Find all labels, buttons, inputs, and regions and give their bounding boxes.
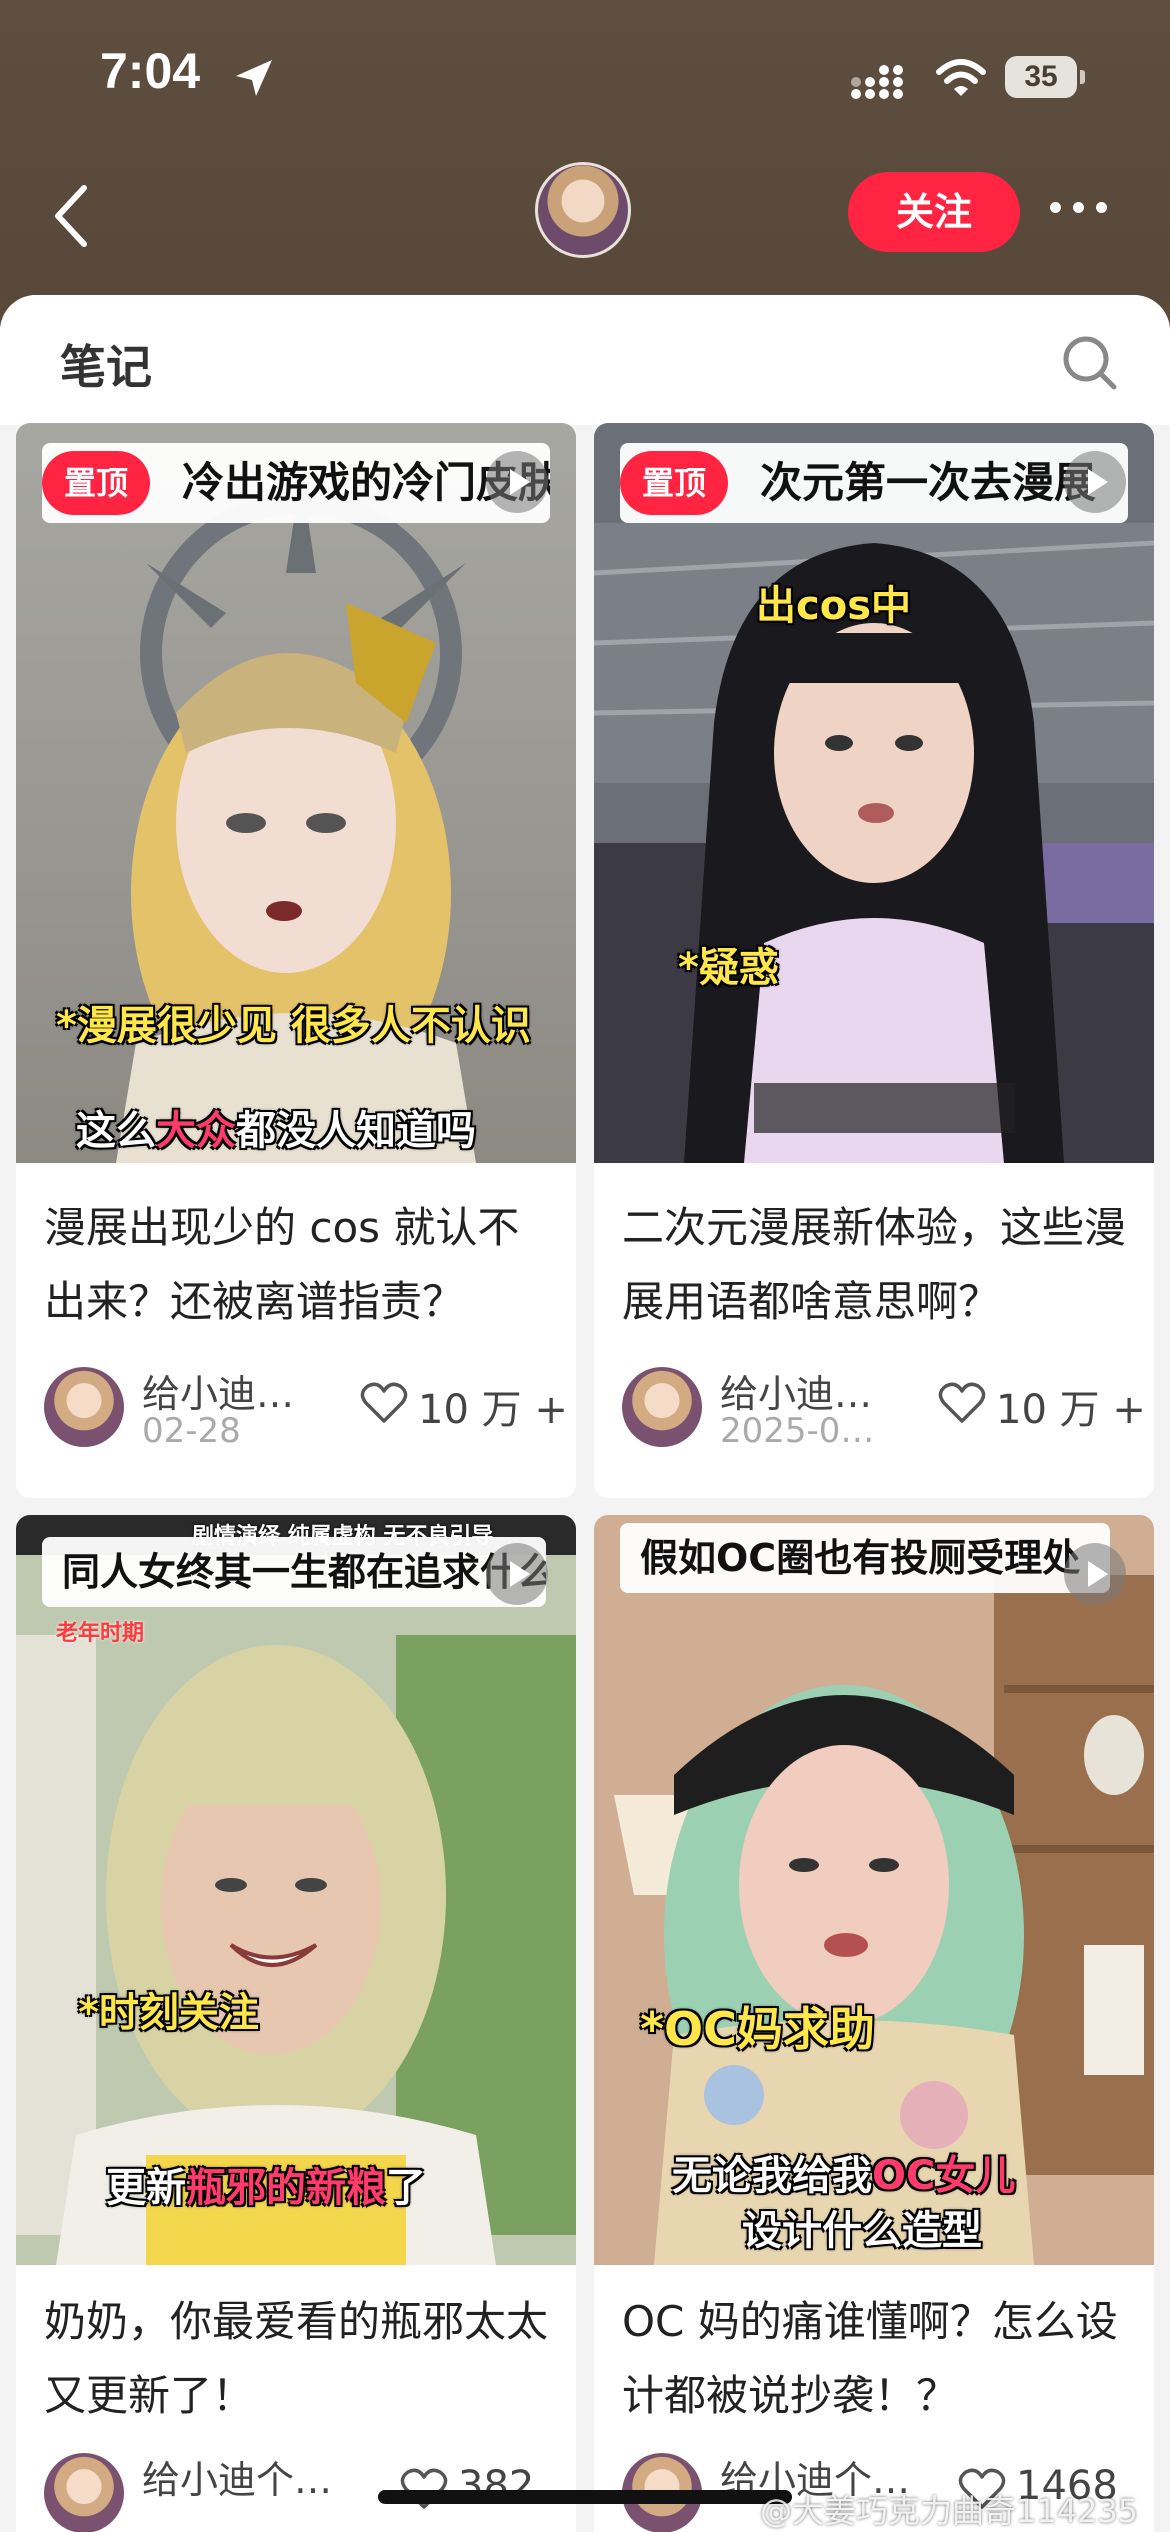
cellular-signal-icon xyxy=(851,65,903,99)
more-options-icon[interactable] xyxy=(1050,198,1120,222)
card-title: 漫展出现少的 cos 就认不出来？还被离谱指责？ xyxy=(44,1203,520,1326)
card-title: 二次元漫展新体验，这些漫展用语都啥意思啊？ xyxy=(622,1203,1127,1326)
author-row: 给小迪… 2025-0… 10 万 + xyxy=(622,1363,1146,1453)
nav-bar: 关注 xyxy=(0,150,1170,290)
cover-caption: *OC妈求助 xyxy=(640,2002,875,2056)
cover-tag: 老年时期 xyxy=(56,1621,145,1646)
author-name[interactable]: 给小迪… xyxy=(720,1363,872,1418)
video-play-icon xyxy=(486,1543,548,1605)
like-button[interactable]: 10 万 + xyxy=(360,1377,568,1433)
note-card[interactable]: 冷出游戏的冷门皮肤 置顶 *漫展很少见 很多人不认识 这么大众都没人知道吗 漫展… xyxy=(16,423,576,1498)
cover-title: 同人女终其一生都在追求什么 xyxy=(42,1537,546,1607)
author-name[interactable]: 给小迪… xyxy=(142,1363,294,1418)
cover-caption: *漫展很少见 很多人不认识 xyxy=(56,1003,531,1049)
battery-icon: 35 xyxy=(1005,56,1085,98)
author-avatar[interactable] xyxy=(44,2453,124,2532)
note-card[interactable]: 剧情演绎 纯属虚构 无不良引导 同人女终其一生都在追求什么 老年时期 *时刻关注… xyxy=(16,1515,576,2532)
author-avatar[interactable] xyxy=(44,1367,124,1447)
post-date: 2025-0… xyxy=(720,1411,875,1451)
cover-caption: *时刻关注 xyxy=(78,1990,259,2036)
heart-icon xyxy=(400,2468,448,2509)
author-row: 给小迪… 02-28 10 万 + xyxy=(44,1363,568,1453)
cover-title: 假如OC圈也有投厕受理处 xyxy=(620,1523,1110,1593)
pinned-badge: 置顶 xyxy=(42,451,150,515)
cover-caption: 出cos中 xyxy=(756,583,911,629)
cover-subtitle-line2: 设计什么造型 xyxy=(742,2208,982,2254)
pinned-badge: 置顶 xyxy=(620,451,728,515)
video-play-icon xyxy=(1064,451,1126,513)
cover-image xyxy=(594,423,1154,1163)
like-button[interactable]: 10 万 + xyxy=(938,1377,1146,1433)
cover-subtitle: 这么大众都没人知道吗 xyxy=(76,1108,476,1154)
back-icon[interactable] xyxy=(46,180,98,252)
heart-icon xyxy=(938,1382,986,1423)
battery-level: 35 xyxy=(1005,56,1077,98)
heart-icon xyxy=(360,1382,408,1423)
author-avatar[interactable] xyxy=(622,1367,702,1447)
like-count: 10 万 + xyxy=(418,1387,568,1433)
card-title: OC 妈的痛谁懂啊？怎么设计都被说抄袭！？ xyxy=(622,2297,1118,2420)
cover-caption: *疑惑 xyxy=(678,945,779,991)
profile-avatar[interactable] xyxy=(535,162,631,258)
follow-button[interactable]: 关注 xyxy=(848,172,1020,252)
status-time: 7:04 xyxy=(100,43,201,99)
cover-image xyxy=(16,423,576,1163)
note-card[interactable]: 假如OC圈也有投厕受理处 *OC妈求助 无论我给我OC女儿 设计什么造型 OC … xyxy=(594,1515,1154,2532)
like-button[interactable]: 382 xyxy=(400,2463,550,2515)
section-header: 笔记 xyxy=(0,295,1170,425)
watermark: @大姜巧克力曲奇114235 xyxy=(760,2492,1139,2530)
cover-subtitle: 无论我给我OC女儿 xyxy=(672,2153,1016,2199)
section-title: 笔记 xyxy=(60,340,152,394)
wifi-icon xyxy=(936,59,986,96)
like-count: 10 万 + xyxy=(996,1387,1146,1433)
content-sheet: 笔记 冷出游戏的冷门皮肤 置顶 *漫展很少见 很多人不认识 这么大众都没人知道吗… xyxy=(0,295,1170,2532)
cover-subtitle: 更新瓶邪的新粮了 xyxy=(106,2165,426,2211)
note-card[interactable]: 次元第一次去漫展 置顶 出cos中 *疑惑 二次元漫展新体验，这些漫展用语都啥意… xyxy=(594,423,1154,1498)
card-title: 奶奶，你最爱看的瓶邪太太又更新了！ xyxy=(44,2297,549,2420)
author-name[interactable]: 给小迪个… xyxy=(142,2449,332,2504)
status-bar: 7:04 35 xyxy=(0,0,1170,150)
video-play-icon xyxy=(486,451,548,513)
video-play-icon xyxy=(1064,1543,1126,1605)
search-icon[interactable] xyxy=(1060,333,1120,393)
location-arrow-icon xyxy=(236,60,272,96)
post-date: 02-28 xyxy=(142,1411,241,1451)
home-indicator[interactable] xyxy=(378,2490,792,2504)
